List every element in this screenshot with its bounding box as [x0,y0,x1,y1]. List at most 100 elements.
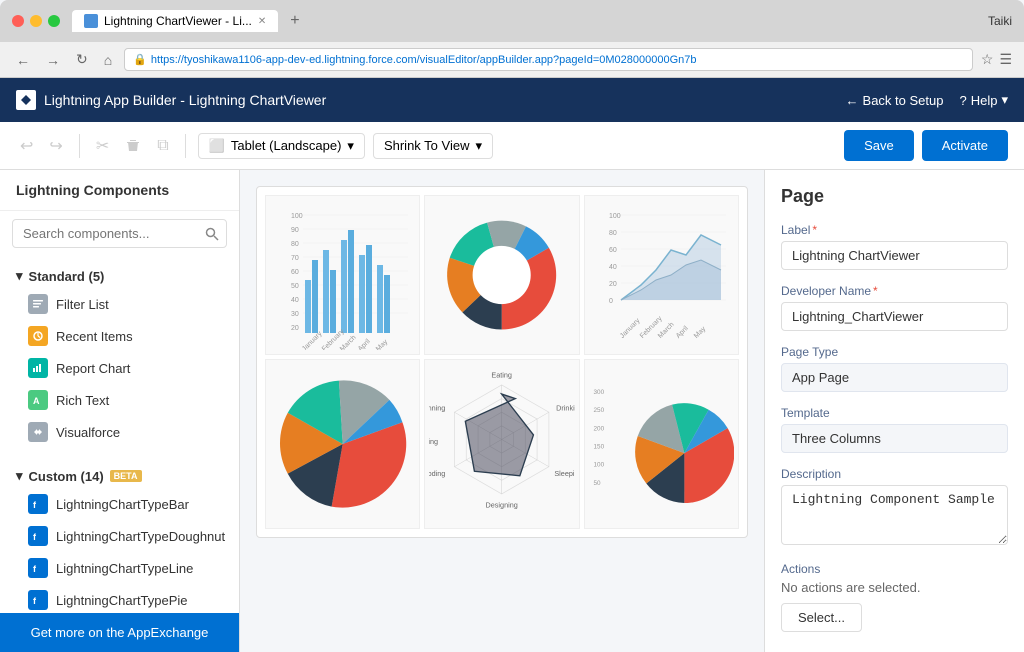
rich-text-label: Rich Text [56,393,109,408]
home-button[interactable]: ⌂ [100,50,116,70]
report-chart-label: Report Chart [56,361,130,376]
sidebar-item-recent-items[interactable]: Recent Items [0,320,239,352]
view-label: Shrink To View [384,138,470,153]
svg-text:100: 100 [593,462,604,469]
chart-cell-line[interactable]: 100 80 60 40 20 0 [584,195,739,355]
sidebar-item-chart-doughnut[interactable]: f LightningChartTypeDoughnut [0,520,239,552]
report-chart-icon [28,358,48,378]
maximize-dot[interactable] [48,15,60,27]
chart-cell-radar[interactable]: Eating Drinking Sleeping Designing Codin… [424,359,579,529]
tab-close-button[interactable]: ✕ [258,16,266,27]
refresh-button[interactable]: ↻ [72,49,92,70]
svg-text:May: May [375,338,390,350]
standard-section-label: Standard (5) [29,269,105,284]
ssl-icon: 🔒 [133,53,147,66]
chart-cell-doughnut[interactable] [424,195,579,355]
close-dot[interactable] [12,15,24,27]
copy-button[interactable]: ⧉ [153,133,172,159]
chart-bar-label: LightningChartTypeBar [56,497,189,512]
bookmark-button[interactable]: ☆ [981,51,994,68]
developer-name-field-label: Developer Name * [781,284,1008,298]
sidebar-item-rich-text[interactable]: A Rich Text [0,384,239,416]
save-button[interactable]: Save [844,130,914,161]
svg-text:f: f [33,500,37,510]
custom-section-label: Custom (14) [29,469,104,484]
back-to-setup-button[interactable]: ← Back to Setup [846,93,944,108]
search-input[interactable] [12,219,227,248]
menu-button[interactable]: ☰ [999,51,1012,68]
back-button[interactable]: ← [12,50,34,70]
tab-favicon [84,14,98,28]
filter-list-label: Filter List [56,297,109,312]
dev-name-required: * [873,284,878,298]
chart-pie-label: LightningChartTypePie [56,593,188,608]
sidebar-item-chart-bar[interactable]: f LightningChartTypeBar [0,488,239,520]
view-selector[interactable]: Shrink To View ▾ [373,133,493,159]
browser-toolbar: ← → ↻ ⌂ 🔒 https://tyoshikawa1106-app-dev… [0,42,1024,78]
svg-text:80: 80 [609,230,617,237]
url-text: https://tyoshikawa1106-app-dev-ed.lightn… [151,54,697,66]
chart-cell-bar[interactable]: 100 90 80 70 60 50 40 30 20 [265,195,420,355]
chart-polar-icon: f [28,622,48,642]
svg-text:200: 200 [593,425,604,432]
sidebar-title: Lightning Components [0,170,239,211]
svg-text:Running: Running [429,403,445,412]
address-bar[interactable]: 🔒 https://tyoshikawa1106-app-dev-ed.ligh… [124,48,973,71]
sidebar-item-chart-line[interactable]: f LightningChartTypeLine [0,552,239,584]
sidebar-item-chart-radar[interactable]: f LightningChartTypeRadar [0,648,239,652]
help-label: Help [971,93,998,108]
svg-text:100: 100 [609,213,621,220]
redo-button[interactable]: ↪ [45,132,66,160]
svg-text:30: 30 [291,311,299,318]
description-textarea[interactable]: Lightning Component Sample [781,485,1008,545]
minimize-dot[interactable] [30,15,42,27]
developer-name-input[interactable] [781,302,1008,331]
chart-grid: 100 90 80 70 60 50 40 30 20 [265,195,739,529]
developer-name-field-group: Developer Name * [781,284,1008,331]
browser-user: Taiki [988,14,1012,28]
svg-text:f: f [33,628,37,638]
panel-title: Page [781,186,1008,207]
forward-button[interactable]: → [42,50,64,70]
sidebar: Lightning Components ▾ Standard (5) Filt… [0,170,240,652]
svg-text:70: 70 [291,255,299,262]
svg-text:250: 250 [593,407,604,414]
chart-cell-pie[interactable] [265,359,420,529]
svg-text:60: 60 [609,247,617,254]
svg-text:f: f [33,564,37,574]
description-label: Description [781,467,1008,481]
recent-items-icon [28,326,48,346]
rich-text-icon: A [28,390,48,410]
undo-button[interactable]: ↩ [16,132,37,160]
svg-text:0: 0 [609,298,613,305]
activate-button[interactable]: Activate [922,130,1008,161]
back-to-setup-label: Back to Setup [863,93,944,108]
sidebar-item-filter-list[interactable]: Filter List [0,288,239,320]
help-icon: ? [959,93,966,108]
svg-text:A: A [33,396,40,406]
sidebar-item-chart-pie[interactable]: f LightningChartTypePie [0,584,239,616]
sidebar-item-chart-polar[interactable]: f LightningChartTypePolarArea [0,616,239,648]
chart-cell-polar[interactable]: 300 250 200 150 100 50 [584,359,739,529]
visualforce-icon [28,422,48,442]
canvas-frame: 100 90 80 70 60 50 40 30 20 [256,186,748,538]
device-icon: ⬜ [209,138,225,154]
template-value: Three Columns [781,424,1008,453]
device-selector[interactable]: ⬜ Tablet (Landscape) ▾ [198,133,365,159]
app-logo-icon [16,90,36,110]
standard-section-header[interactable]: ▾ Standard (5) [0,264,239,288]
help-button[interactable]: ? Help ▾ [959,92,1008,108]
label-input[interactable] [781,241,1008,270]
page-type-field-group: Page Type App Page [781,345,1008,392]
sidebar-item-report-chart[interactable]: Report Chart [0,352,239,384]
browser-dots [12,15,60,27]
delete-button[interactable] [121,134,145,158]
cut-button[interactable]: ✂ [92,132,113,160]
new-tab-button[interactable]: + [282,8,307,34]
sidebar-item-visualforce[interactable]: Visualforce [0,416,239,448]
search-icon [205,227,219,241]
svg-text:100: 100 [291,213,303,220]
custom-section-header[interactable]: ▾ Custom (14) BETA [0,464,239,488]
app-header: Lightning App Builder - Lightning ChartV… [0,78,1024,122]
browser-tab[interactable]: Lightning ChartViewer - Li... ✕ [72,10,278,32]
